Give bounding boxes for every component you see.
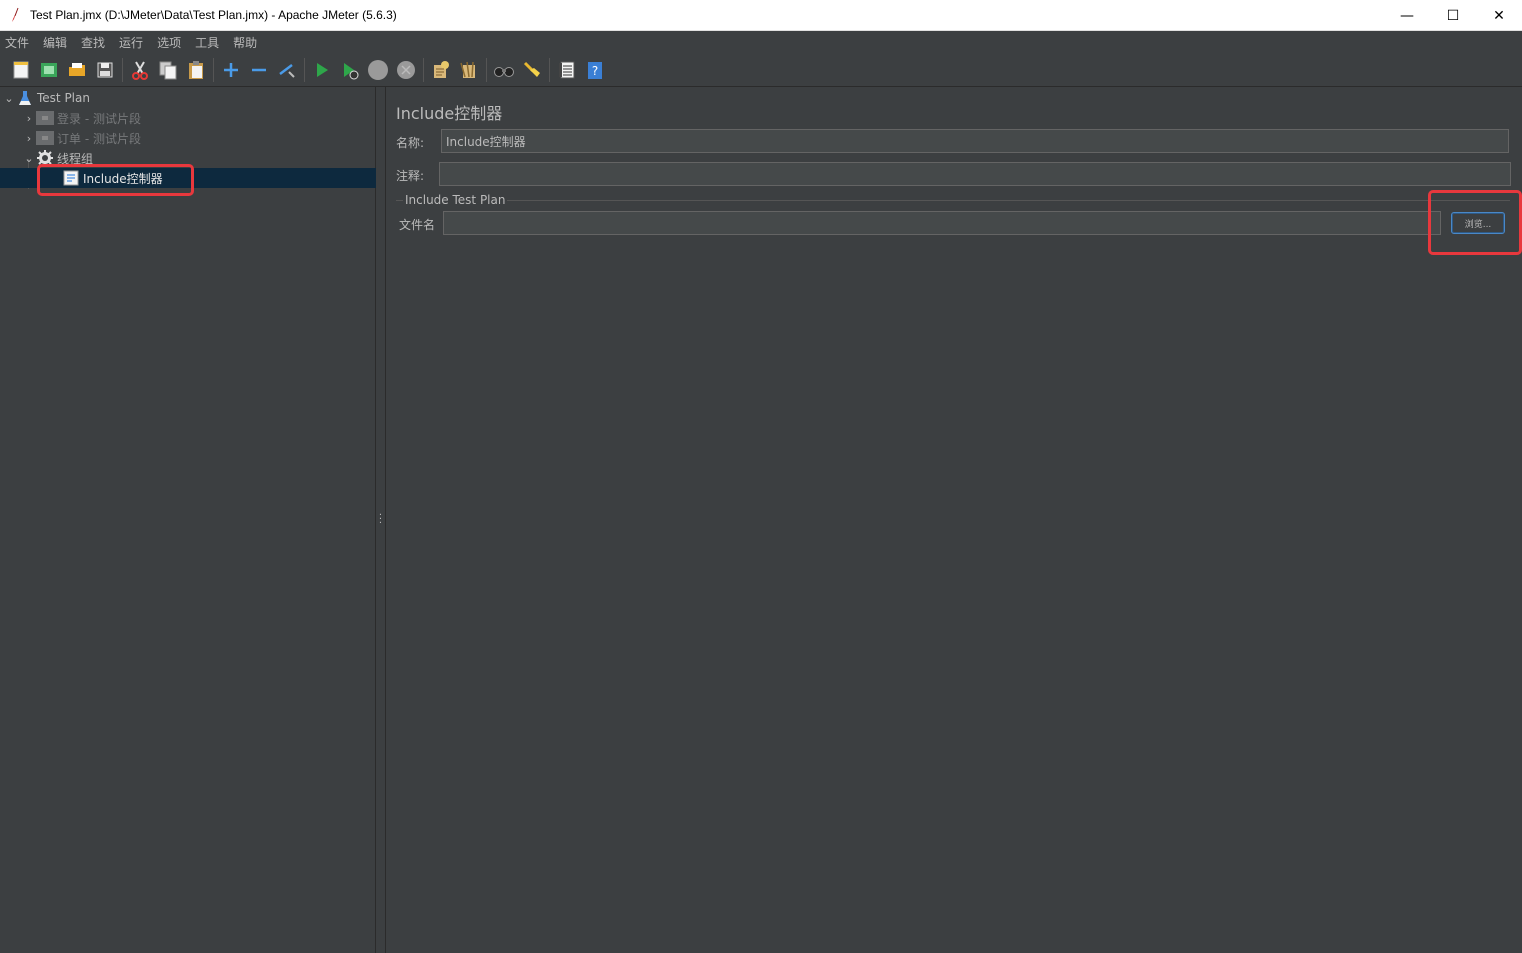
save-icon[interactable] [91,56,119,84]
filename-label: 文件名 [399,218,436,232]
name-label: 名称: [396,136,425,150]
highlight-box [1428,190,1522,255]
toolbar-separator [122,57,123,82]
function-helper-icon[interactable] [553,56,581,84]
chevron-right-icon[interactable]: › [22,132,36,145]
tree-node-login-fragment[interactable]: › 登录 - 测试片段 [22,108,372,128]
collapse-icon[interactable] [245,56,273,84]
minimize-button[interactable]: — [1384,0,1430,31]
close-button[interactable]: ✕ [1476,0,1522,31]
clear-icon[interactable] [427,56,455,84]
toolbar-separator [549,57,550,82]
tree-node-label: 订单 - 测试片段 [57,131,141,146]
comment-label: 注释: [396,169,425,183]
jmeter-feather-icon [0,7,30,23]
menu-help[interactable]: 帮助 [233,34,257,51]
toggle-icon[interactable] [273,56,301,84]
highlight-box [37,164,194,196]
test-fragment-icon [36,130,54,146]
comment-field[interactable] [439,162,1511,186]
tree-node-label: Test Plan [37,91,90,105]
window-controls: — ☐ ✕ [1384,0,1522,31]
toolbar-separator [213,57,214,82]
group-border [396,200,1510,201]
name-field[interactable]: Include控制器 [441,129,1509,153]
chevron-right-icon[interactable]: › [22,112,36,125]
menu-file[interactable]: 文件 [5,34,29,51]
templates-icon[interactable] [35,56,63,84]
test-fragment-icon [36,110,54,126]
open-icon[interactable] [63,56,91,84]
menu-run[interactable]: 运行 [119,34,143,51]
toolbar: ? [0,53,1522,87]
start-no-pause-icon[interactable] [336,56,364,84]
expand-icon[interactable] [217,56,245,84]
stop-icon[interactable] [364,56,392,84]
menu-bar: 文件 编辑 查找 运行 选项 工具 帮助 [0,31,1522,53]
flask-icon [16,90,34,106]
reset-search-icon[interactable] [518,56,546,84]
help-icon[interactable]: ? [581,56,609,84]
window-titlebar: Test Plan.jmx (D:\JMeter\Data\Test Plan.… [0,0,1522,31]
chevron-down-icon[interactable]: ⌄ [22,152,36,165]
include-controller-panel: Include控制器 名称: Include控制器 注释: Include Te… [386,87,1522,953]
toolbar-separator [486,57,487,82]
drag-grip-icon: · · · [378,510,383,529]
maximize-button[interactable]: ☐ [1430,0,1476,31]
new-icon[interactable] [7,56,35,84]
tree-node-label: 登录 - 测试片段 [57,111,141,126]
start-icon[interactable] [308,56,336,84]
panel-title: Include控制器 [396,104,503,123]
menu-search[interactable]: 查找 [81,34,105,51]
shutdown-icon[interactable] [392,56,420,84]
toolbar-separator [423,57,424,82]
paste-icon[interactable] [182,56,210,84]
clear-all-icon[interactable] [455,56,483,84]
tree-node-order-fragment[interactable]: › 订单 - 测试片段 [22,128,372,148]
toolbar-separator [304,57,305,82]
copy-icon[interactable] [154,56,182,84]
window-title: Test Plan.jmx (D:\JMeter\Data\Test Plan.… [30,8,397,22]
search-icon[interactable] [490,56,518,84]
group-title: Include Test Plan [403,193,508,207]
menu-edit[interactable]: 编辑 [43,34,67,51]
menu-options[interactable]: 选项 [157,34,181,51]
cut-icon[interactable] [126,56,154,84]
test-plan-tree: ⌄ Test Plan › 登录 - 测试片段 › 订单 - 测试片段 ⌄ 线程… [0,87,376,953]
svg-text:?: ? [592,64,598,78]
split-pane-divider[interactable]: · · · [376,87,386,953]
tree-node-test-plan[interactable]: ⌄ Test Plan [2,88,372,108]
filename-field[interactable] [443,211,1441,235]
menu-tools[interactable]: 工具 [195,34,219,51]
chevron-down-icon[interactable]: ⌄ [2,92,16,105]
